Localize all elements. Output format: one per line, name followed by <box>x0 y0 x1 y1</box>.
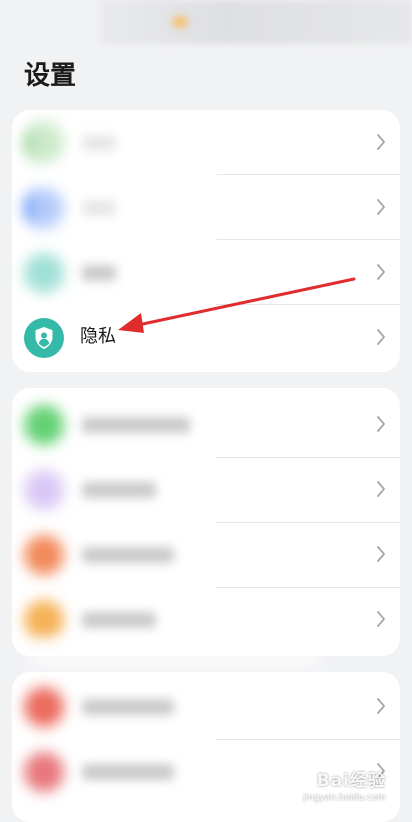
chevron-right-icon <box>377 329 385 345</box>
settings-row[interactable] <box>12 392 400 457</box>
blur-wash <box>30 116 216 240</box>
chevron-right-icon <box>377 264 385 280</box>
chevron-right-icon <box>377 698 385 714</box>
app-icon <box>24 687 64 727</box>
settings-row-privacy[interactable]: 隐私 <box>12 305 400 370</box>
chevron-right-icon <box>377 546 385 562</box>
blurred-label <box>82 482 156 498</box>
watermark: Bai经验 <box>316 771 386 791</box>
app-icon <box>24 405 64 445</box>
blurred-label <box>82 547 174 563</box>
settings-row[interactable] <box>12 522 400 587</box>
chevron-right-icon <box>377 416 385 432</box>
blurred-label <box>82 612 156 628</box>
blur-wash <box>30 640 320 670</box>
blurred-label <box>82 764 174 780</box>
blurred-label <box>82 417 190 433</box>
settings-row[interactable] <box>12 240 400 305</box>
shield-person-icon <box>35 327 53 349</box>
settings-row[interactable] <box>12 674 400 739</box>
app-icon <box>24 535 64 575</box>
app-icon <box>24 600 64 640</box>
watermark-sub: jingyan.baidu.com <box>302 793 386 803</box>
chevron-right-icon <box>377 611 385 627</box>
page-title: 设置 <box>24 61 77 91</box>
privacy-label: 隐私 <box>80 326 116 347</box>
status-bar <box>100 0 412 44</box>
chevron-right-icon <box>377 199 385 215</box>
chevron-right-icon <box>377 134 385 150</box>
privacy-icon-bg <box>24 318 64 358</box>
chevron-right-icon <box>377 481 385 497</box>
blurred-label <box>82 699 174 715</box>
app-icon <box>24 752 64 792</box>
blurred-label <box>82 265 116 281</box>
settings-row[interactable] <box>12 457 400 522</box>
settings-group-2 <box>12 388 400 656</box>
app-icon <box>24 470 64 510</box>
notification-dot <box>172 16 188 28</box>
app-icon <box>24 253 64 293</box>
